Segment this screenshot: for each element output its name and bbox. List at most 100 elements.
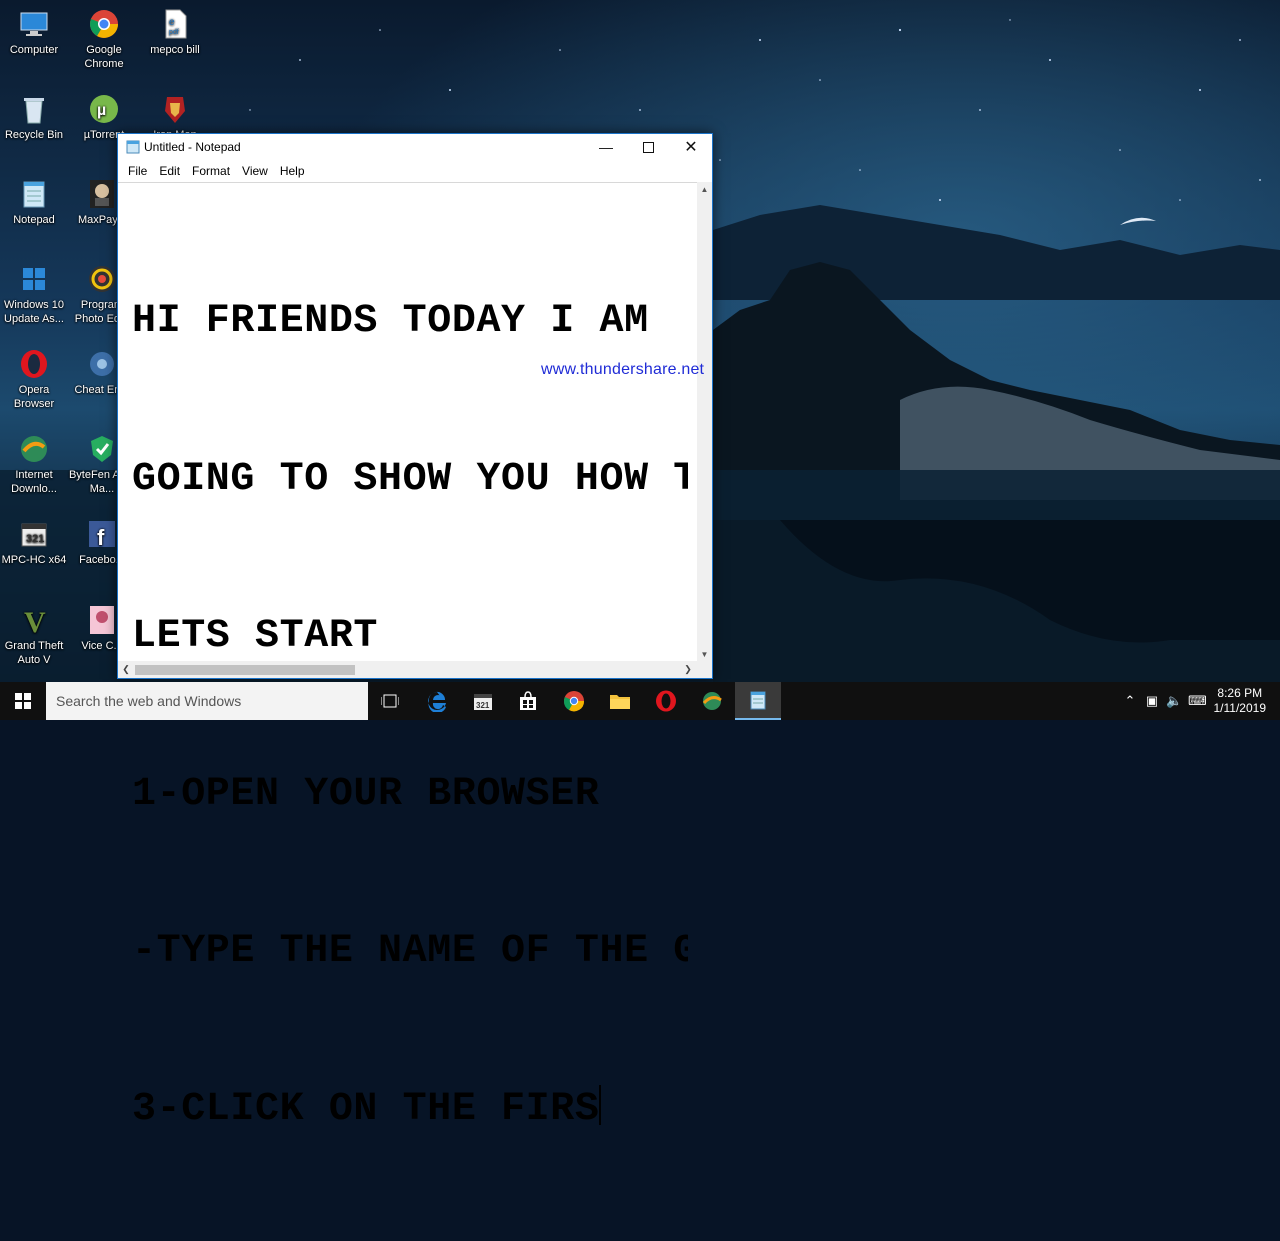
svg-text:e: e — [169, 17, 175, 28]
idm-icon — [702, 692, 722, 710]
chrome-icon — [563, 691, 585, 712]
windows-logo-icon — [15, 693, 31, 709]
desktop-icon-mpc-hc[interactable]: 321 MPC-HC x64 — [0, 518, 70, 567]
minimize-icon: — — [599, 139, 613, 155]
desktop-icon-windows10-update[interactable]: Windows 10 Update As... — [0, 263, 70, 326]
start-button[interactable] — [0, 682, 46, 720]
taskbar-file-explorer[interactable] — [597, 682, 643, 720]
maximize-button[interactable] — [627, 134, 669, 160]
horizontal-scrollbar[interactable]: ❮ ❯ — [118, 661, 698, 678]
edge-icon — [428, 691, 446, 712]
taskbar-notepad[interactable] — [735, 682, 781, 720]
clock-date: 1/11/2019 — [1213, 701, 1267, 715]
close-button[interactable]: ✕ — [670, 134, 712, 160]
watermark-text: www.thundershare.net — [541, 361, 705, 378]
menu-file[interactable]: File — [122, 164, 153, 178]
svg-text:321: 321 — [476, 701, 490, 710]
maxpayne-icon — [86, 178, 118, 210]
menu-view[interactable]: View — [236, 164, 274, 178]
menu-edit[interactable]: Edit — [153, 164, 186, 178]
bytefence-icon — [86, 433, 118, 465]
size-grip[interactable] — [697, 661, 712, 678]
input-keyboard-icon[interactable]: ⌨ — [1188, 693, 1207, 709]
show-hidden-icons-icon[interactable]: ⌃ — [1122, 693, 1138, 709]
editor-line: -TYPE THE NAME OF THE G — [132, 929, 688, 974]
desktop-icon-internet-download-manager[interactable]: Internet Downlo... — [0, 433, 70, 496]
scroll-right-icon[interactable]: ❯ — [680, 661, 696, 678]
facebook-icon: f — [86, 518, 118, 550]
vertical-scrollbar[interactable]: ▲ ▼ — [697, 182, 712, 662]
window-title: Untitled - Notepad — [144, 140, 241, 154]
desktop-icon-recycle-bin[interactable]: Recycle Bin — [0, 93, 70, 142]
volume-icon[interactable]: 🔈 — [1166, 693, 1182, 709]
minimize-button[interactable]: — — [585, 134, 627, 160]
iron-man-icon — [159, 93, 191, 125]
notepad-icon — [750, 691, 766, 710]
svg-text:f: f — [97, 525, 105, 550]
photo-editor-icon — [86, 263, 118, 295]
text-editor[interactable]: HI FRIENDS TODAY I AM GOING TO SHOW YOU … — [118, 182, 698, 1132]
notepad-window[interactable]: Untitled - Notepad — ✕ File Edit Format … — [117, 133, 713, 1132]
notepad-app-icon — [126, 140, 140, 154]
store-icon — [520, 691, 536, 710]
idm-icon — [18, 433, 50, 465]
utorrent-icon: µ — [88, 93, 120, 125]
editor-line-text: 3-CLICK ON THE FIRS — [132, 1086, 600, 1132]
text-caret — [599, 1084, 602, 1125]
desktop-icon-google-chrome[interactable]: Google Chrome — [68, 8, 140, 71]
desktop-icon-notepad[interactable]: Notepad — [0, 178, 70, 227]
taskbar-edge[interactable] — [414, 682, 460, 720]
scroll-up-icon[interactable]: ▲ — [697, 182, 712, 197]
close-icon: ✕ — [684, 139, 698, 156]
network-icon[interactable]: ▣ — [1144, 693, 1160, 709]
task-view-icon — [381, 694, 399, 708]
pdf-file-icon: e pdf — [159, 8, 191, 40]
gta-v-icon: V — [18, 604, 50, 639]
desktop-icon-mepco-bill[interactable]: e pdf mepco bill — [139, 8, 211, 57]
search-placeholder: Search the web and Windows — [56, 693, 242, 709]
editor-line: 1-OPEN YOUR BROWSER — [132, 771, 600, 817]
svg-text:V: V — [24, 606, 46, 636]
notepad-icon — [18, 178, 50, 210]
desktop-icon-opera-browser[interactable]: Opera Browser — [0, 348, 70, 411]
menu-help[interactable]: Help — [274, 164, 311, 178]
maximize-icon — [642, 141, 654, 153]
taskbar-opera[interactable] — [643, 682, 689, 720]
folder-icon — [610, 695, 630, 709]
scroll-down-icon[interactable]: ▼ — [697, 647, 712, 662]
editor-line-last: 3-CLICK ON THE FIRS — [132, 1084, 688, 1137]
scroll-left-icon[interactable]: ❮ — [118, 661, 134, 678]
vice-city-icon — [86, 604, 118, 636]
taskbar-chrome[interactable] — [551, 682, 597, 720]
clock[interactable]: 8:26 PM 1/11/2019 — [1214, 686, 1267, 716]
taskbar-search-box[interactable]: Search the web and Windows — [46, 682, 368, 720]
clock-time: 8:26 PM — [1217, 686, 1263, 700]
task-view-button[interactable] — [367, 682, 413, 720]
desktop-icon-computer[interactable]: Computer — [0, 8, 70, 57]
editor-line: LETS START — [132, 614, 379, 659]
svg-text:µ: µ — [97, 102, 106, 119]
menu-bar: File Edit Format View Help — [118, 160, 712, 182]
chrome-icon — [88, 8, 120, 40]
opera-icon — [656, 690, 676, 712]
svg-text:321: 321 — [26, 533, 44, 545]
horizontal-scroll-thumb[interactable] — [135, 665, 355, 675]
editor-line: HI FRIENDS TODAY I AM — [132, 299, 649, 344]
cheat-engine-icon — [86, 348, 118, 380]
mpc-hc-icon: 321 — [474, 694, 492, 710]
mpc-hc-icon: 321 — [18, 518, 50, 550]
taskbar-mpc-hc[interactable]: 321 — [460, 682, 506, 720]
computer-icon — [18, 8, 50, 40]
opera-icon — [18, 348, 50, 380]
taskbar: Search the web and Windows 321 ⌃ ▣ 🔈 ⌨ 8… — [0, 682, 1280, 720]
editor-line: GOING TO SHOW YOU HOW T — [132, 456, 688, 502]
title-bar[interactable]: Untitled - Notepad — ✕ — [118, 134, 712, 160]
svg-text:pdf: pdf — [169, 29, 179, 36]
desktop-icon-gta-v[interactable]: V Grand Theft Auto V — [0, 604, 70, 667]
windows-update-icon — [18, 263, 50, 295]
menu-format[interactable]: Format — [186, 164, 236, 178]
taskbar-store[interactable] — [505, 682, 551, 720]
recycle-bin-icon — [18, 93, 50, 125]
system-tray: ⌃ ▣ 🔈 ⌨ 8:26 PM 1/11/2019 — [1120, 682, 1280, 720]
taskbar-idm[interactable] — [689, 682, 735, 720]
